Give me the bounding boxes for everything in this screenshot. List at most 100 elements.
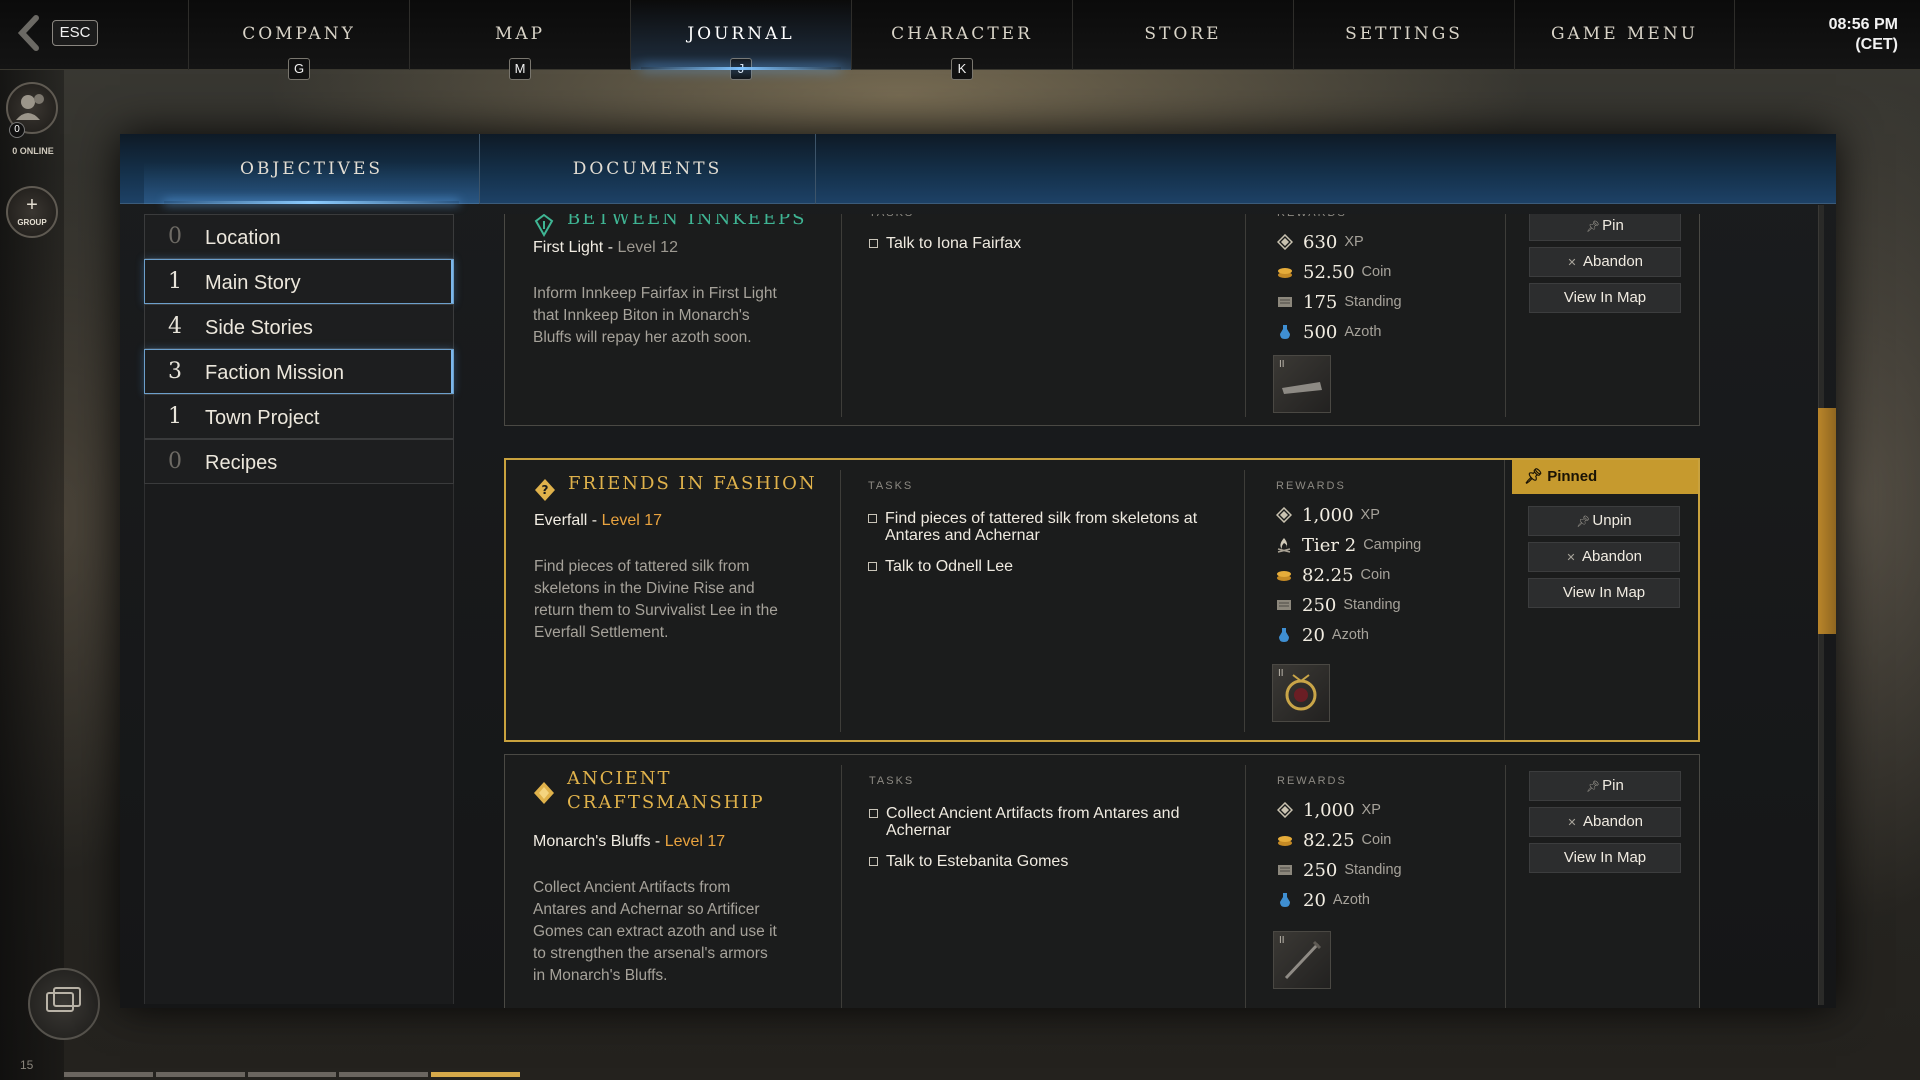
tab-map[interactable]: MAP M: [409, 0, 630, 80]
tab-settings[interactable]: SETTINGS: [1293, 0, 1514, 70]
reward-value: Tier 2: [1302, 534, 1357, 556]
svg-text:?: ?: [542, 483, 549, 497]
tier-mark: II: [1279, 359, 1285, 370]
pin-icon: 📌︎: [1586, 221, 1601, 233]
group-button[interactable]: + GROUP: [6, 186, 58, 238]
xp-bar: [64, 1072, 520, 1077]
reward-item-slot[interactable]: II: [1273, 931, 1331, 989]
category-faction-mission[interactable]: 3 Faction Mission: [144, 349, 454, 394]
reward-value: 1,000: [1303, 799, 1355, 821]
standing-icon: [1278, 297, 1292, 307]
category-main-story[interactable]: 1 Main Story: [144, 259, 454, 304]
quest-card[interactable]: ANCIENT CRAFTSMANSHIP Monarch's Bluffs - …: [504, 754, 1700, 1008]
quest-title-line: ANCIENT: [567, 768, 672, 789]
reward-xp: 630 XP: [1277, 231, 1364, 253]
reward-xp: 1,000 XP: [1276, 504, 1380, 526]
scrollbar-thumb[interactable]: [1818, 408, 1836, 634]
tab-character[interactable]: CHARACTER K: [851, 0, 1072, 80]
reward-coin: 52.50 Coin: [1277, 261, 1391, 283]
tab-store[interactable]: STORE: [1072, 0, 1293, 70]
pin-button[interactable]: 📌︎ Pin: [1529, 771, 1681, 801]
tab-label: CHARACTER: [891, 24, 1033, 44]
reward-label: Standing: [1344, 862, 1402, 878]
category-count: 4: [168, 314, 182, 339]
abandon-button[interactable]: ✕ Abandon: [1529, 807, 1681, 837]
category-count: 0: [168, 224, 182, 249]
reward-item-slot[interactable]: II: [1272, 664, 1330, 722]
unpin-button[interactable]: 📌︎ Unpin: [1528, 506, 1680, 536]
clock: 08:56 PM (CET): [1829, 15, 1898, 55]
quest-marker-icon: [534, 782, 554, 804]
button-label: View In Map: [1563, 849, 1647, 866]
back-button[interactable]: [14, 15, 42, 51]
reward-value: 82.25: [1303, 829, 1355, 851]
quest-location: Everfall - Level 17: [534, 512, 663, 529]
category-name: Recipes: [205, 452, 278, 474]
journal-panel: OBJECTIVES DOCUMENTS 0 Location 1 Main S…: [120, 134, 1836, 1008]
chat-button[interactable]: [28, 968, 100, 1040]
online-count-badge: 0: [9, 122, 25, 138]
quest-card-pinned[interactable]: ? FRIENDS IN FASHION Everfall - Level 17…: [504, 458, 1700, 742]
category-name: Main Story: [205, 272, 301, 294]
quest-title: BETWEEN INNKEEPS: [567, 214, 807, 229]
column-divider: [1505, 765, 1506, 1008]
top-navigation-bar: ESC COMPANY G MAP M JOURNAL J CHARACTER …: [0, 0, 1920, 80]
quest-level: Level 17: [601, 512, 663, 529]
category-location[interactable]: 0 Location: [144, 214, 454, 259]
category-name: Town Project: [205, 407, 320, 429]
button-label: Unpin: [1592, 512, 1632, 529]
objective-categories: 0 Location 1 Main Story 4 Side Stories 3…: [144, 214, 454, 484]
pin-icon: 📌︎: [1524, 468, 1548, 485]
category-side-stories[interactable]: 4 Side Stories: [144, 304, 454, 349]
standing-icon: [1278, 865, 1292, 875]
hotkey-badge: G: [288, 58, 310, 80]
categories-background: [144, 484, 454, 1004]
tab-documents[interactable]: DOCUMENTS: [480, 134, 816, 204]
category-recipes[interactable]: 0 Recipes: [144, 439, 454, 484]
tab-objectives[interactable]: OBJECTIVES: [144, 134, 480, 204]
location-name: First Light: [533, 239, 604, 256]
view-in-map-button[interactable]: View In Map: [1528, 578, 1680, 608]
pinned-label: Pinned: [1547, 468, 1598, 485]
reward-label: Standing: [1344, 294, 1402, 310]
category-town-project[interactable]: 1 Town Project: [144, 394, 454, 439]
rewards-label: REWARDS: [1277, 214, 1347, 219]
hotkey-badge: J: [730, 58, 752, 80]
tab-label: OBJECTIVES: [239, 159, 384, 179]
tab-label: SETTINGS: [1345, 24, 1463, 44]
tab-label: GAME MENU: [1550, 24, 1699, 44]
task-item: Collect Ancient Artifacts from Antares a…: [869, 805, 1239, 839]
tasks-label: TASKS: [869, 214, 914, 219]
quest-list: BETWEEN INNKEEPS First Light - Level 12 …: [504, 214, 1700, 1008]
abandon-button[interactable]: ✕ Abandon: [1529, 247, 1681, 277]
tab-label: COMPANY: [242, 24, 356, 44]
button-label: Pin: [1602, 777, 1624, 794]
category-name: Location: [205, 227, 281, 249]
button-label: View In Map: [1562, 584, 1646, 601]
column-divider: [1244, 470, 1245, 732]
reward-label: XP: [1361, 802, 1381, 818]
pin-button[interactable]: 📌︎ Pin: [1529, 214, 1681, 241]
xp-icon: [1276, 507, 1292, 523]
reward-item-slot[interactable]: II: [1273, 355, 1331, 413]
online-label: 0 ONLINE: [12, 146, 54, 156]
group-label: GROUP: [17, 218, 47, 227]
tab-journal[interactable]: JOURNAL J: [630, 0, 851, 80]
esc-hotkey[interactable]: ESC: [52, 20, 98, 46]
abandon-button[interactable]: ✕ Abandon: [1528, 542, 1680, 572]
view-in-map-button[interactable]: View In Map: [1529, 843, 1681, 873]
reward-standing: 250 Standing: [1277, 859, 1402, 881]
quest-card[interactable]: BETWEEN INNKEEPS First Light - Level 12 …: [504, 214, 1700, 426]
column-divider: [1245, 765, 1246, 1008]
close-icon: ✕: [1567, 257, 1577, 269]
view-in-map-button[interactable]: View In Map: [1529, 283, 1681, 313]
tab-game-menu[interactable]: GAME MENU: [1514, 0, 1735, 70]
xp-icon: [1277, 802, 1293, 818]
reward-azoth: 20 Azoth: [1276, 624, 1369, 646]
pin-icon: 📌︎: [1586, 781, 1601, 793]
tab-company[interactable]: COMPANY G: [188, 0, 409, 80]
reward-camping: Tier 2 Camping: [1276, 534, 1421, 556]
button-label: Abandon: [1582, 813, 1644, 830]
column-divider: [1505, 214, 1506, 417]
reward-azoth: 20 Azoth: [1277, 889, 1370, 911]
